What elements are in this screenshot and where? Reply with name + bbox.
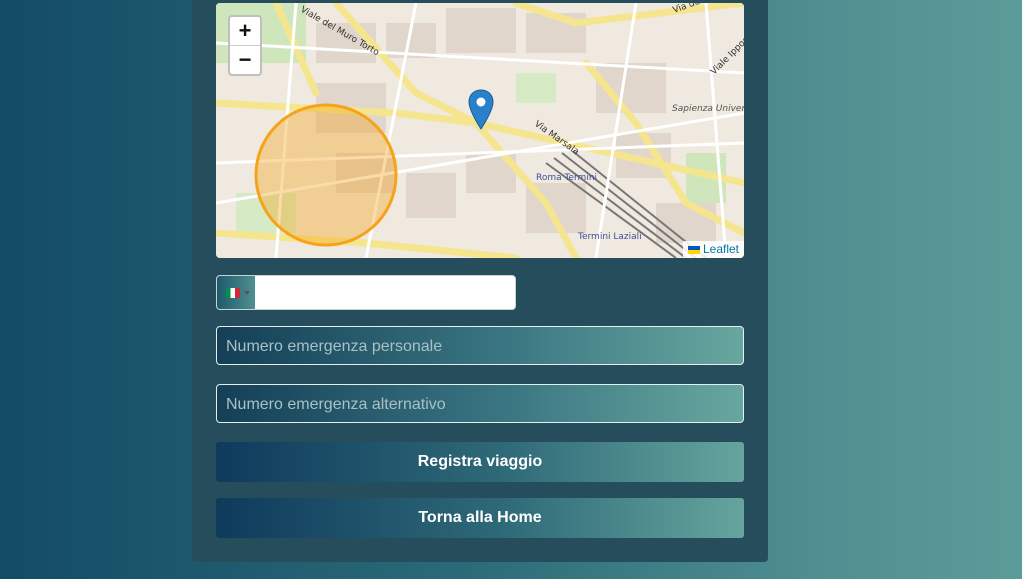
zoom-in-button[interactable]: + <box>230 17 260 45</box>
zoom-out-button[interactable]: − <box>230 45 260 74</box>
emergency-alt-field[interactable]: Numero emergenza alternativo <box>216 384 744 423</box>
register-trip-button[interactable]: Registra viaggio <box>216 442 744 482</box>
phone-input-group <box>216 275 516 310</box>
map[interactable]: Via Marsala Roma Termini Termini Laziali… <box>216 3 744 258</box>
emergency-alt-placeholder: Numero emergenza alternativo <box>226 396 446 413</box>
zoom-control: + − <box>228 15 262 76</box>
map-label-roma-termini: Roma Termini <box>536 173 597 183</box>
ukraine-flag-icon <box>687 245 700 254</box>
phone-input[interactable] <box>257 276 515 309</box>
range-circle <box>254 103 398 247</box>
caret-down-icon <box>244 291 250 295</box>
map-label-termini-laziali: Termini Laziali <box>577 232 642 242</box>
location-marker-icon[interactable] <box>468 89 494 131</box>
emergency-personal-field[interactable]: Numero emergenza personale <box>216 326 744 365</box>
back-home-button[interactable]: Torna alla Home <box>216 498 744 538</box>
trip-card: Via Marsala Roma Termini Termini Laziali… <box>192 0 768 562</box>
leaflet-link[interactable]: Leaflet <box>703 242 739 256</box>
italy-flag-icon <box>226 288 240 298</box>
country-selector[interactable] <box>217 276 255 309</box>
map-attribution[interactable]: Leaflet <box>682 241 744 258</box>
emergency-personal-placeholder: Numero emergenza personale <box>226 338 443 355</box>
map-label-sapienza: Sapienza Università di Roma <box>672 104 744 114</box>
